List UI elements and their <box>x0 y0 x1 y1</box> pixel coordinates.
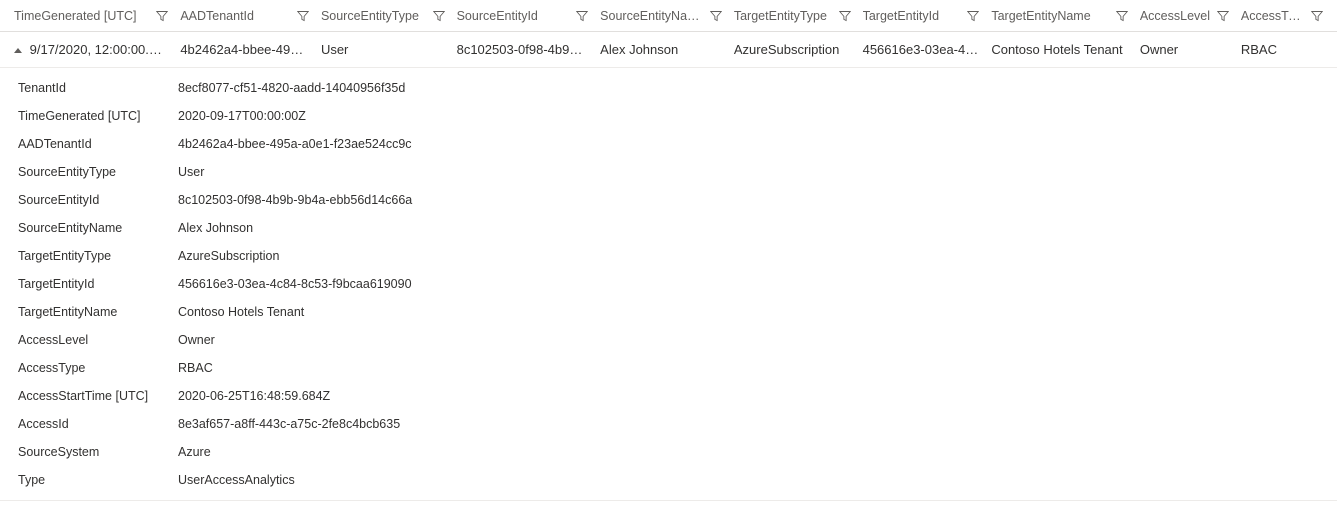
column-label: SourceEntityName <box>600 9 704 23</box>
chevron-right-icon[interactable] <box>14 48 22 53</box>
detail-key: AccessId <box>18 417 178 431</box>
detail-key: SourceSystem <box>18 445 178 459</box>
detail-row: TimeGenerated [UTC] 2020-09-17T00:00:00Z <box>10 102 1337 130</box>
column-header-sourceentitytype[interactable]: SourceEntityType <box>315 9 451 23</box>
detail-key: SourceEntityName <box>18 221 178 235</box>
filter-icon[interactable] <box>297 10 309 22</box>
column-label: TimeGenerated [UTC] <box>14 9 137 23</box>
detail-value: User <box>178 165 204 179</box>
detail-row: SourceEntityName Alex Johnson <box>10 214 1337 242</box>
detail-value: Azure <box>178 445 211 459</box>
cell-sourceentityid: 8c102503-0f98-4b9b-... <box>451 42 595 57</box>
column-header-sourceentityid[interactable]: SourceEntityId <box>451 9 595 23</box>
cell-targetentitytype: AzureSubscription <box>728 42 857 57</box>
cell-accesslevel: Owner <box>1134 42 1235 57</box>
table-row[interactable]: 9/17/2020, 12:00:00.000 AM 4b2462a4-bbee… <box>0 32 1337 68</box>
column-header-accesslevel[interactable]: AccessLevel <box>1134 9 1235 23</box>
cell-value: 9/17/2020, 12:00:00.000 AM <box>30 42 175 57</box>
column-header-targetentitytype[interactable]: TargetEntityType <box>728 9 857 23</box>
row-detail-panel: TenantId 8ecf8077-cf51-4820-aadd-1404095… <box>0 68 1337 501</box>
column-header-sourceentityname[interactable]: SourceEntityName <box>594 9 728 23</box>
detail-value: 2020-09-17T00:00:00Z <box>178 109 306 123</box>
detail-key: AccessLevel <box>18 333 178 347</box>
cell-sourceentityname: Alex Johnson <box>594 42 728 57</box>
filter-icon[interactable] <box>576 10 588 22</box>
detail-key: TimeGenerated [UTC] <box>18 109 178 123</box>
filter-icon[interactable] <box>839 10 851 22</box>
column-header-timegenerated[interactable]: TimeGenerated [UTC] <box>8 9 174 23</box>
detail-value: 8e3af657-a8ff-443c-a75c-2fe8c4bcb635 <box>178 417 400 431</box>
detail-row: SourceEntityType User <box>10 158 1337 186</box>
detail-value: Contoso Hotels Tenant <box>178 305 304 319</box>
detail-value: 4b2462a4-bbee-495a-a0e1-f23ae524cc9c <box>178 137 412 151</box>
detail-row: AccessStartTime [UTC] 2020-06-25T16:48:5… <box>10 382 1337 410</box>
detail-key: SourceEntityId <box>18 193 178 207</box>
filter-icon[interactable] <box>967 10 979 22</box>
filter-icon[interactable] <box>1217 10 1229 22</box>
filter-icon[interactable] <box>433 10 445 22</box>
detail-key: TargetEntityType <box>18 249 178 263</box>
detail-row: Type UserAccessAnalytics <box>10 466 1337 494</box>
detail-row: AccessType RBAC <box>10 354 1337 382</box>
detail-row: TenantId 8ecf8077-cf51-4820-aadd-1404095… <box>10 74 1337 102</box>
detail-key: TargetEntityId <box>18 277 178 291</box>
column-label: AccessType <box>1241 9 1305 23</box>
detail-row: SourceEntityId 8c102503-0f98-4b9b-9b4a-e… <box>10 186 1337 214</box>
detail-value: UserAccessAnalytics <box>178 473 295 487</box>
column-header-accesstype[interactable]: AccessType <box>1235 9 1329 23</box>
cell-targetentityid: 456616e3-03ea-4c8... <box>857 42 986 57</box>
column-label: TargetEntityId <box>863 9 939 23</box>
cell-accesstype: RBAC <box>1235 42 1329 57</box>
detail-key: AADTenantId <box>18 137 178 151</box>
table-header-row: TimeGenerated [UTC] AADTenantId SourceEn… <box>0 0 1337 32</box>
detail-value: 8c102503-0f98-4b9b-9b4a-ebb56d14c66a <box>178 193 412 207</box>
detail-value: 2020-06-25T16:48:59.684Z <box>178 389 330 403</box>
detail-row: SourceSystem Azure <box>10 438 1337 466</box>
detail-value: AzureSubscription <box>178 249 279 263</box>
detail-key: AccessStartTime [UTC] <box>18 389 178 403</box>
detail-key: TenantId <box>18 81 178 95</box>
detail-row: TargetEntityName Contoso Hotels Tenant <box>10 298 1337 326</box>
column-label: SourceEntityType <box>321 9 419 23</box>
detail-row: AccessId 8e3af657-a8ff-443c-a75c-2fe8c4b… <box>10 410 1337 438</box>
column-label: AADTenantId <box>180 9 254 23</box>
detail-key: AccessType <box>18 361 178 375</box>
detail-value: Owner <box>178 333 215 347</box>
detail-row: AccessLevel Owner <box>10 326 1337 354</box>
column-header-targetentityid[interactable]: TargetEntityId <box>857 9 986 23</box>
column-label: TargetEntityType <box>734 9 827 23</box>
detail-row: TargetEntityType AzureSubscription <box>10 242 1337 270</box>
filter-icon[interactable] <box>710 10 722 22</box>
detail-value: Alex Johnson <box>178 221 253 235</box>
cell-sourceentitytype: User <box>315 42 451 57</box>
column-header-aadtenantid[interactable]: AADTenantId <box>174 9 315 23</box>
detail-row: AADTenantId 4b2462a4-bbee-495a-a0e1-f23a… <box>10 130 1337 158</box>
filter-icon[interactable] <box>1311 10 1323 22</box>
column-label: AccessLevel <box>1140 9 1210 23</box>
detail-row: TargetEntityId 456616e3-03ea-4c84-8c53-f… <box>10 270 1337 298</box>
cell-targetentityname: Contoso Hotels Tenant <box>985 42 1134 57</box>
filter-icon[interactable] <box>156 10 168 22</box>
cell-timegenerated: 9/17/2020, 12:00:00.000 AM <box>8 42 174 57</box>
detail-value: 8ecf8077-cf51-4820-aadd-14040956f35d <box>178 81 405 95</box>
column-header-targetentityname[interactable]: TargetEntityName <box>985 9 1134 23</box>
filter-icon[interactable] <box>1116 10 1128 22</box>
detail-value: 456616e3-03ea-4c84-8c53-f9bcaa619090 <box>178 277 412 291</box>
detail-value: RBAC <box>178 361 213 375</box>
cell-aadtenantid: 4b2462a4-bbee-495a... <box>174 42 315 57</box>
column-label: TargetEntityName <box>991 9 1090 23</box>
detail-key: TargetEntityName <box>18 305 178 319</box>
detail-key: Type <box>18 473 178 487</box>
column-label: SourceEntityId <box>457 9 538 23</box>
detail-key: SourceEntityType <box>18 165 178 179</box>
